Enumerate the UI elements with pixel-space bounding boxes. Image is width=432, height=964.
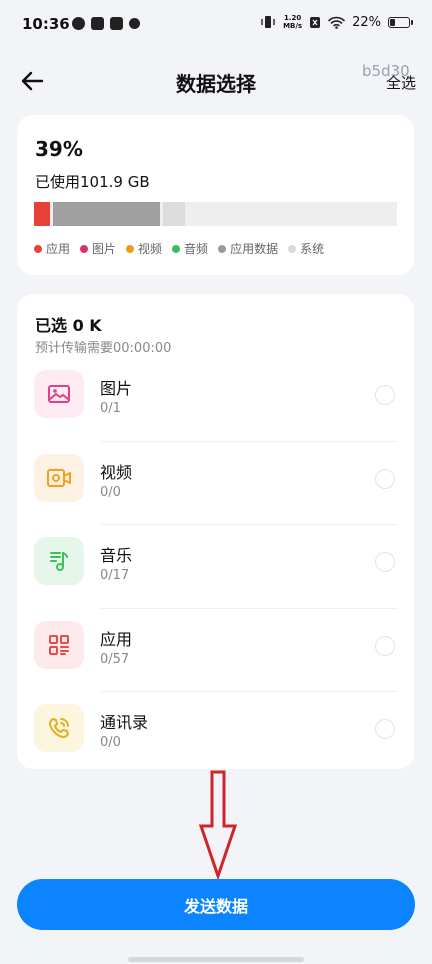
legend-label: 应用 — [46, 242, 71, 256]
video-icon — [34, 453, 84, 502]
category-row[interactable]: 应用 0/57 — [17, 607, 414, 692]
home-indicator — [128, 957, 304, 962]
status-time: 10:36 — [22, 15, 70, 33]
phone-icon — [34, 704, 84, 752]
category-name: 应用 — [100, 629, 133, 649]
category-row[interactable]: 音乐 0/17 — [17, 524, 414, 608]
category-list: 图片 0/1 视频 0/0 音乐 0/17 应用 0/57 通讯录 0/0 — [17, 357, 414, 775]
selected-count: 已选 0 K — [35, 316, 102, 335]
battery-percent: 22% — [352, 14, 381, 30]
transfer-estimate: 预计传输需要00:00:00 — [35, 341, 172, 356]
music-icon — [34, 537, 84, 585]
legend-item: 音频 — [172, 240, 208, 257]
legend-dot — [126, 244, 135, 253]
notification-icon — [72, 17, 85, 30]
category-count: 0/17 — [100, 568, 130, 583]
legend-dot — [34, 244, 42, 253]
legend-item: 系统 — [288, 240, 324, 257]
vibrate-icon — [261, 16, 275, 28]
legend-label: 图片 — [92, 242, 117, 256]
storage-segment — [163, 202, 185, 226]
status-right: 1.20 MB/s 22% — [260, 14, 413, 30]
category-count: 0/0 — [100, 484, 121, 500]
message-icon — [110, 17, 123, 30]
network-speed: 1.20 MB/s — [283, 14, 302, 30]
category-name: 视频 — [100, 462, 133, 482]
category-select-radio[interactable] — [375, 552, 395, 572]
category-select-radio[interactable] — [375, 468, 395, 489]
selection-card: 已选 0 K 预计传输需要00:00:00 图片 0/1 视频 0/0 音乐 0/17 应用… — [17, 294, 414, 769]
category-select-radio[interactable] — [375, 635, 395, 656]
category-count: 0/57 — [100, 651, 130, 667]
legend-label: 视频 — [138, 242, 163, 256]
storage-used: 已使用101.9 GB — [35, 173, 150, 191]
storage-segment — [34, 202, 50, 226]
legend-label: 音频 — [184, 242, 209, 256]
storage-bar — [34, 202, 397, 226]
legend-item: 应用数据 — [218, 240, 278, 257]
speed-value: 1.20 — [283, 14, 302, 22]
category-name: 图片 — [100, 379, 133, 398]
image-icon — [34, 370, 84, 418]
category-select-radio[interactable] — [375, 719, 395, 739]
legend-item: 视频 — [126, 240, 162, 257]
send-data-button[interactable]: 发送数据 — [17, 879, 415, 930]
battery-icon — [388, 16, 413, 28]
storage-card: 39% 已使用101.9 GB 应用 图片 视频 音频 应用数据 系统 — [17, 115, 414, 275]
storage-legend: 应用 图片 视频 音频 应用数据 系统 — [34, 240, 324, 257]
category-row[interactable]: 通讯录 0/0 — [17, 691, 414, 775]
sim-icon — [310, 16, 321, 28]
storage-segment — [52, 202, 161, 226]
legend-label: 应用数据 — [230, 242, 279, 256]
status-bar: 10:36 1.20 MB/s 22% — [0, 0, 432, 50]
legend-item: 应用 — [34, 240, 70, 257]
legend-dot — [172, 244, 181, 253]
wifi-icon — [328, 16, 345, 29]
status-left-icons — [72, 17, 140, 30]
apps-icon — [34, 620, 84, 669]
category-count: 0/1 — [100, 401, 121, 416]
legend-label: 系统 — [300, 242, 325, 256]
category-row[interactable]: 视频 0/0 — [17, 440, 414, 525]
legend-item: 图片 — [80, 240, 116, 257]
category-row[interactable]: 图片 0/1 — [17, 357, 414, 441]
category-count: 0/0 — [100, 735, 121, 750]
legend-dot — [218, 244, 227, 253]
tiktok-icon — [91, 17, 104, 30]
storage-percent: 39% — [35, 137, 83, 161]
speed-unit: MB/s — [283, 22, 303, 30]
category-select-radio[interactable] — [375, 385, 395, 405]
category-name: 音乐 — [100, 546, 133, 565]
settings-icon — [129, 18, 140, 29]
category-name: 通讯录 — [100, 713, 149, 732]
legend-dot — [80, 244, 89, 253]
annotation-arrow-icon — [198, 770, 238, 880]
legend-dot — [288, 244, 297, 253]
select-all-button[interactable]: 全选 — [386, 72, 416, 93]
